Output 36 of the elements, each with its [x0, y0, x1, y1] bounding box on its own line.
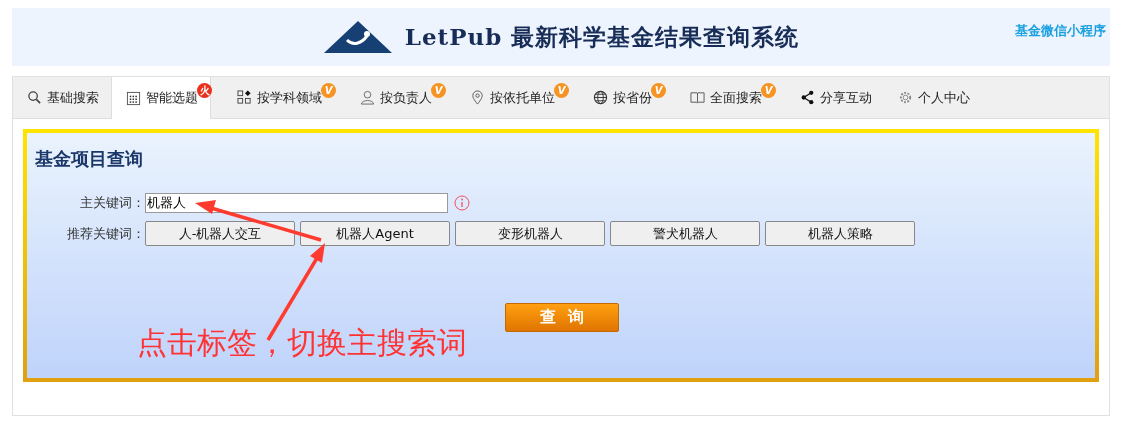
search-icon: [27, 90, 42, 105]
share-icon: [800, 90, 815, 105]
mountain-logo-icon: [322, 20, 393, 54]
info-icon: [454, 195, 470, 211]
tab-badge: V: [431, 83, 446, 98]
suggest-label: 推荐关键词：: [66, 224, 145, 243]
person-icon: [360, 90, 375, 105]
keyword-label: 主关键词：: [79, 194, 145, 212]
keyword-field[interactable]: 机器人: [145, 193, 448, 213]
pin-icon: [470, 90, 485, 105]
tab[interactable]: 基础搜索: [13, 77, 111, 118]
keyword-tag-button[interactable]: 机器人策略: [765, 221, 915, 246]
gear-icon: [898, 90, 913, 105]
blocks-icon: [237, 90, 252, 105]
annotation-text: 点击标签，切换主搜索词: [137, 324, 467, 362]
tab[interactable]: 按负责人 V: [346, 77, 444, 118]
keyword-tag-button[interactable]: 警犬机器人: [610, 221, 760, 246]
keyword-tag-button[interactable]: 人-机器人交互: [145, 221, 295, 246]
grid-icon: [126, 90, 141, 106]
keyword-tag-button[interactable]: 机器人Agent: [300, 221, 450, 246]
tab[interactable]: 按依托单位 V: [456, 77, 567, 118]
tab[interactable]: 分享互动: [786, 77, 884, 118]
tab[interactable]: 按学科领域 V: [223, 77, 334, 118]
tab-badge: V: [761, 83, 776, 98]
tab-badge: V: [321, 83, 336, 98]
tab-badge: V: [554, 83, 569, 98]
keyword-tag-button[interactable]: 变形机器人: [455, 221, 605, 246]
book-icon: [690, 90, 705, 105]
tab-badge: V: [651, 83, 666, 98]
tab[interactable]: 全面搜索 V: [676, 77, 774, 118]
site-title: LetPub 最新科学基金结果查询系统: [404, 21, 800, 52]
tab[interactable]: 按省份 V: [579, 77, 664, 118]
tab-badge: 火: [197, 83, 212, 98]
tab[interactable]: 个人中心: [884, 77, 982, 118]
globe-icon: [593, 90, 608, 105]
panel-title: 基金项目查询: [35, 147, 144, 171]
